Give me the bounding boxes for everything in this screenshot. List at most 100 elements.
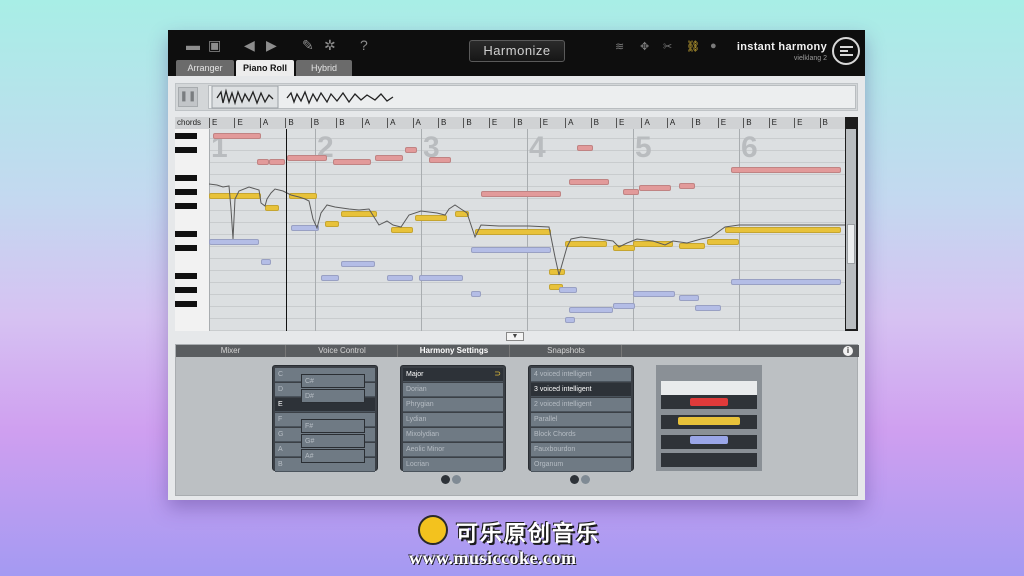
folder-open-icon[interactable]: ▬ (186, 38, 200, 52)
key-item-d-sharp[interactable]: D# (301, 389, 365, 403)
voicing-item-fauxbourdon[interactable]: Fauxbourdon (531, 443, 631, 457)
chord-cell[interactable]: E (488, 118, 497, 128)
piano-keyboard[interactable] (175, 129, 209, 331)
voicing-page-dot-1[interactable] (570, 475, 579, 484)
redo-arrow-icon[interactable]: ▶ (266, 38, 277, 52)
tab-voice-control[interactable]: Voice Control (287, 345, 398, 357)
tab-snapshots[interactable]: Snapshots (511, 345, 622, 357)
undo-arrow-icon[interactable]: ◀ (244, 38, 255, 52)
tab-mixer[interactable]: Mixer (176, 345, 286, 357)
scale-item-phrygian[interactable]: Phrygian (403, 398, 503, 412)
chord-cell[interactable]: B (514, 118, 523, 128)
footer-title: 可乐原创音乐 (456, 521, 601, 546)
chord-cell[interactable]: A (361, 118, 370, 128)
chord-cell[interactable]: A (387, 118, 395, 128)
black-key[interactable] (175, 175, 197, 181)
record-icon[interactable]: ● (710, 40, 717, 52)
key-item-c-sharp[interactable]: C# (301, 374, 365, 388)
key-item-g-sharp[interactable]: G# (301, 434, 365, 448)
voice-stack-preview (656, 365, 762, 471)
voicing-page-dot-2[interactable] (581, 475, 590, 484)
tab-piano-roll[interactable]: Piano Roll (236, 60, 294, 76)
chord-cell[interactable]: E (209, 118, 217, 128)
voicing-item-2-voiced[interactable]: 2 voiced intelligent (531, 398, 631, 412)
chord-cell[interactable]: A (259, 118, 268, 128)
voice-red-indicator[interactable] (690, 398, 728, 406)
black-key[interactable] (175, 203, 197, 209)
chord-cell[interactable]: E (794, 118, 802, 128)
chord-cell[interactable]: B (336, 118, 345, 128)
transport-bar: ❚❚ (175, 83, 858, 111)
pause-icon[interactable]: ❚❚ (178, 87, 198, 107)
note-grid[interactable]: 123456 (209, 129, 845, 331)
chord-cell[interactable]: B (310, 118, 319, 128)
help-icon[interactable]: ? (360, 38, 368, 52)
folder-save-icon[interactable]: ▣ (208, 38, 221, 52)
info-icon[interactable]: i (843, 346, 853, 356)
voicing-item-block-chords[interactable]: Block Chords (531, 428, 631, 442)
black-key[interactable] (175, 273, 197, 279)
move-icon[interactable]: ✥ (640, 40, 649, 53)
scale-page-dot-2[interactable] (452, 475, 461, 484)
scale-item-mixolydian[interactable]: Mixolydian (403, 428, 503, 442)
black-key[interactable] (175, 147, 197, 153)
black-key[interactable] (175, 245, 197, 251)
black-key[interactable] (175, 301, 197, 307)
brand-title: instant harmony (736, 41, 827, 53)
key-item-f-sharp[interactable]: F# (301, 419, 365, 433)
expand-panel-icon[interactable]: ▼ (506, 332, 524, 341)
tab-harmony-settings[interactable]: Harmony Settings (399, 345, 510, 357)
scale-lock-icon[interactable]: ⊃ (494, 369, 501, 378)
chord-cell[interactable]: A (641, 118, 650, 128)
cut-icon[interactable]: ✂ (663, 40, 672, 53)
chord-cell[interactable]: B (743, 118, 752, 128)
chord-cell[interactable]: A (412, 118, 421, 128)
waveform-overview[interactable] (208, 85, 856, 109)
black-key[interactable] (175, 133, 197, 139)
voicing-item-4-voiced[interactable]: 4 voiced intelligent (531, 368, 631, 382)
vertical-scrollbar[interactable] (846, 129, 856, 329)
voicing-item-parallel[interactable]: Parallel (531, 413, 631, 427)
black-key[interactable] (175, 287, 197, 293)
chord-cell[interactable]: E (717, 118, 726, 128)
key-list: C D E F G A B C# D# F# G# A# (272, 365, 378, 472)
chord-cell[interactable]: E (768, 118, 777, 128)
chord-cell[interactable]: A (666, 118, 675, 128)
chord-cell[interactable]: B (819, 118, 828, 128)
chord-cell[interactable]: B (285, 118, 294, 128)
scale-item-lydian[interactable]: Lydian (403, 413, 503, 427)
chord-cell[interactable]: E (539, 118, 548, 128)
chord-cell[interactable]: B (590, 118, 599, 128)
chord-cell[interactable]: E (234, 118, 243, 128)
chord-cell[interactable]: E (616, 118, 624, 128)
edit-icon[interactable]: ✎ (302, 38, 314, 52)
waves-icon[interactable]: ≋ (615, 40, 624, 53)
voicing-item-3-voiced[interactable]: 3 voiced intelligent (531, 383, 631, 397)
black-key[interactable] (175, 189, 197, 195)
scroll-thumb[interactable] (847, 224, 855, 264)
chord-cell[interactable]: A (565, 118, 574, 128)
pitch-curve (209, 183, 845, 276)
key-item-a-sharp[interactable]: A# (301, 449, 365, 463)
scale-page-dot-1[interactable] (441, 475, 450, 484)
tab-hybrid[interactable]: Hybrid (296, 60, 352, 76)
scale-item-aeolic-minor[interactable]: Aeolic Minor (403, 443, 503, 457)
voice-yellow-indicator[interactable] (678, 417, 740, 425)
scale-item-dorian[interactable]: Dorian (403, 383, 503, 397)
voicing-item-organum[interactable]: Organum (531, 458, 631, 472)
voice-stack-layer-4 (661, 453, 757, 467)
tab-arranger[interactable]: Arranger (176, 60, 234, 76)
harmonize-button[interactable]: Harmonize (469, 40, 565, 62)
black-key[interactable] (175, 231, 197, 237)
chord-row: chords E E A B B B A A A B B E B E A B E A A B E B E E B (175, 117, 845, 129)
playhead[interactable] (286, 129, 287, 331)
settings-gear-icon[interactable]: ✲ (324, 38, 336, 52)
scale-item-locrian[interactable]: Locrian (403, 458, 503, 472)
chord-cell[interactable]: B (463, 118, 472, 128)
voice-blue-indicator[interactable] (690, 436, 728, 444)
chord-cell[interactable]: B (692, 118, 701, 128)
scale-item-major[interactable]: Major (403, 368, 503, 382)
chord-cell[interactable]: B (437, 118, 446, 128)
piano-roll: chords E E A B B B A A A B B E B E A B E A A B E B E E B 123456 (175, 117, 858, 331)
link-icon[interactable]: ⛓ (686, 40, 700, 53)
